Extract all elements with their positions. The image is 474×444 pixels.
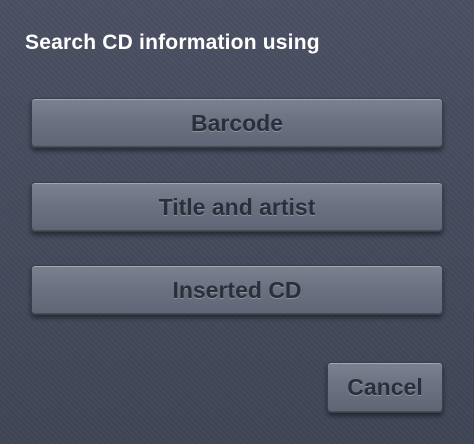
barcode-button-label: Barcode [190, 109, 284, 136]
title-and-artist-button[interactable]: Title and artist [31, 182, 443, 232]
cancel-button-label: Cancel [347, 374, 423, 400]
search-cd-dialog: Search CD information using Barcode Titl… [0, 0, 474, 444]
dialog-title: Search CD information using [25, 31, 320, 54]
cancel-button[interactable]: Cancel [327, 362, 443, 413]
inserted-cd-button[interactable]: Inserted CD [31, 265, 443, 315]
inserted-cd-button-label: Inserted CD [172, 276, 302, 303]
barcode-button[interactable]: Barcode [31, 98, 443, 148]
title-and-artist-button-label: Title and artist [158, 193, 316, 220]
